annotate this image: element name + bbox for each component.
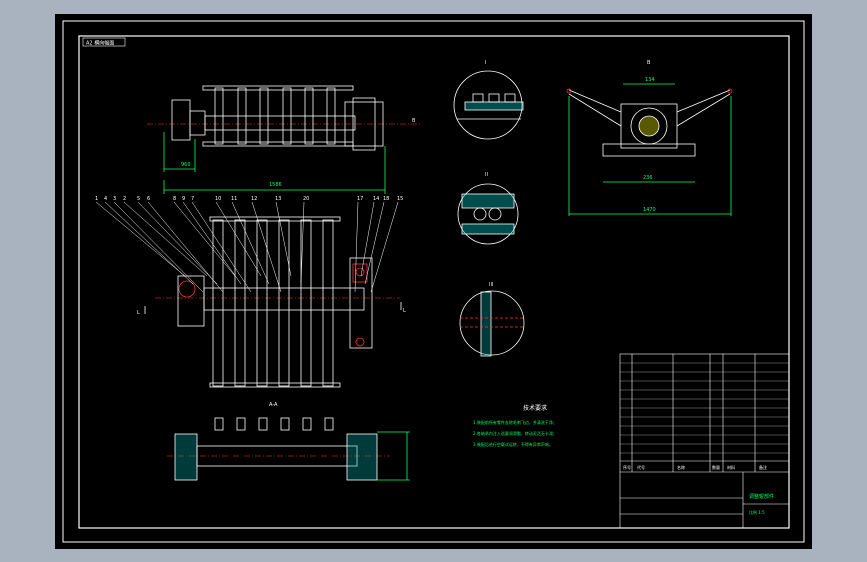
leader-line [300,201,305,285]
balloon-6: 6 [147,196,150,202]
balloon-15: 15 [397,196,403,202]
balloon-7: 7 [191,196,194,202]
notes-line-3: 3.装配后进行空载试运转，不得有异常声响。 [473,441,553,447]
dim-top-overall: 1586 [269,182,282,188]
bom-row-lines [620,362,789,454]
balloon-13: 13 [275,196,281,202]
leader-line [173,201,236,277]
balloon-3: 3 [113,196,116,202]
detail-i-label: I [485,60,486,66]
assembly-drawing: A2 横向幅面 960 1586 B L L 1 4 3 2 5 6 8 9 7… [62,20,805,543]
balloon-4: 4 [104,196,107,202]
detail-view-ii [457,183,519,245]
section-aa-title: A-A [269,402,278,408]
leader-line [147,201,224,293]
leader-line [191,201,252,293]
balloon-10: 10 [215,196,221,202]
detail-iii-label: III [489,282,493,288]
balloon-2: 2 [123,196,126,202]
leader-line [370,201,399,293]
balloon-9: 9 [182,196,185,202]
balloon-labels: 1 4 3 2 5 6 8 9 7 10 11 12 13 20 17 14 18 15 [95,196,403,202]
dim-top-left: 960 [181,162,191,168]
leader-line [354,201,359,293]
end-mark-right: B [412,118,416,124]
leader-line [137,201,218,285]
notes-line-2: 2.各轴承内注入适量润滑脂，转动灵活无卡滞； [473,430,557,436]
view-b [566,83,733,216]
balloon-12: 12 [251,196,257,202]
drawing-name: 调整辊部件 [749,493,774,500]
bom-header-cell: 代号 [637,464,645,470]
balloon-1: 1 [95,196,98,202]
side-mark-right: L [403,308,406,314]
dim-b-top: 134 [645,77,655,83]
detail-ii-label: II [485,172,488,178]
balloon-18: 18 [383,196,389,202]
drawing-canvas: A2 横向幅面 960 1586 B L L 1 4 3 2 5 6 8 9 7… [55,14,812,549]
notes-title: 技术要求 [523,404,547,412]
leader-line [182,201,242,285]
top-view [147,85,420,194]
bom-header-cell: 数量 [712,464,720,470]
balloon-20: 20 [303,196,309,202]
bom-header-cell: 备注 [759,464,767,470]
detail-view-iii [459,290,525,357]
view-b-label: B [647,60,651,66]
outer-frame [62,20,805,543]
notes-line-1: 1.装配前所有零件去除毛刺飞边，并清洗干净； [473,419,557,425]
dim-b-mid: 236 [643,175,653,181]
leader-line [95,201,186,277]
side-mark-left: L [137,310,140,316]
leader-line [113,201,204,293]
scale-text: 比例 1:5 [749,509,765,515]
bom-header-cell: 材料 [727,464,735,470]
section-aa-view [167,417,410,481]
balloon-17: 17 [357,196,363,202]
bom-table [619,353,790,529]
balloon-11: 11 [231,196,237,202]
leader-line [123,201,208,277]
sheet-stamp: A2 横向幅面 [86,40,114,47]
balloon-14: 14 [373,196,379,202]
leader-line [364,201,385,285]
bom-header-cell: 名称 [677,464,685,470]
bom-header: 序号 代号 名称 数量 材料 备注 [623,464,767,470]
dim-b-overall: 1470 [643,207,656,213]
balloon-8: 8 [173,196,176,202]
leader-line [104,201,194,285]
detail-view-i [453,70,524,140]
front-view [144,216,402,388]
balloon-5: 5 [137,196,140,202]
bom-header-cell: 序号 [623,464,631,470]
